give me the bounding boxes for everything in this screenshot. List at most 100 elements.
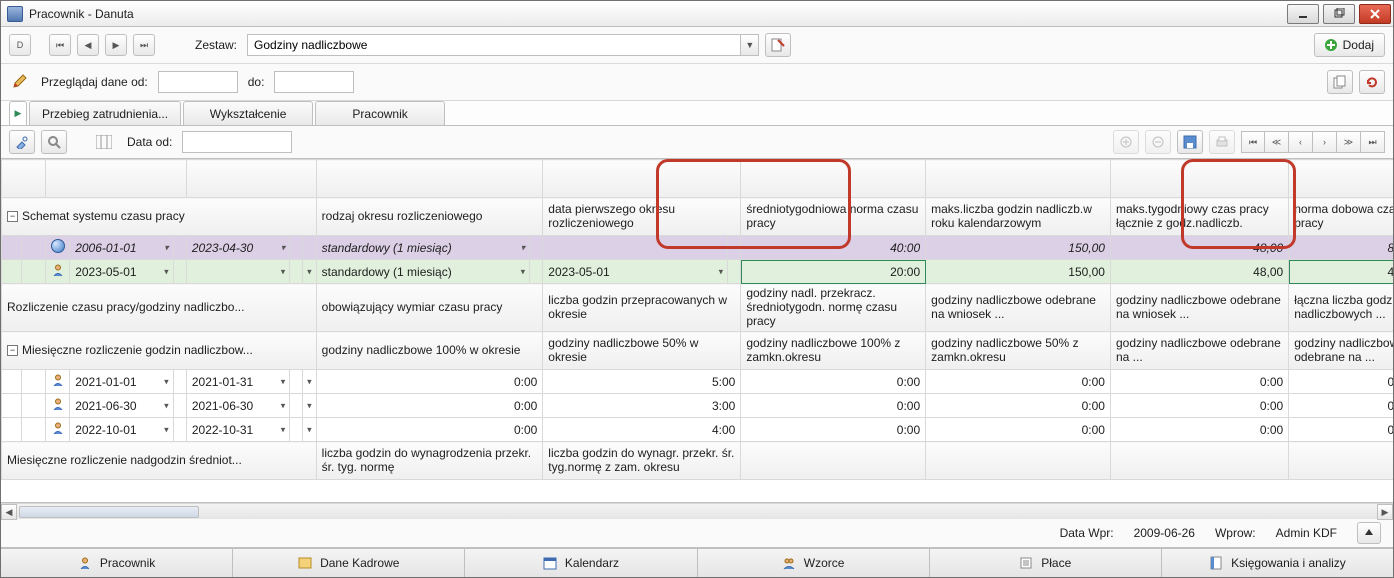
s4-col-header[interactable]: liczba godzin do wynagrodzenia przekr. ś… xyxy=(316,442,543,480)
page-back[interactable]: ‹ xyxy=(1289,131,1313,153)
section4-title: Miesięczne rozliczenie nadgodzin średnio… xyxy=(2,442,317,480)
window-minimize-button[interactable] xyxy=(1287,4,1319,24)
s3-col-header[interactable]: godziny nadliczbowe odebrane na ... xyxy=(1110,332,1288,370)
add-button[interactable]: Dodaj xyxy=(1314,33,1385,57)
section3-row[interactable]: 2021-01-01 2021-01-31 0:00 5:00 0:00 0:0… xyxy=(2,370,1394,394)
folder-icon xyxy=(298,556,312,570)
data-wpr-label: Data Wpr: xyxy=(1060,526,1114,540)
browse-from-input[interactable] xyxy=(158,71,238,93)
tabbar-expander[interactable]: ▶ xyxy=(9,101,27,125)
tab-1[interactable]: Wykształcenie xyxy=(183,101,313,125)
s1-col-header[interactable]: maks.liczba godzin nadliczb.w roku kalen… xyxy=(926,198,1111,236)
nav-prev-button[interactable]: ◀ xyxy=(77,34,99,56)
calendar-icon xyxy=(543,556,557,570)
s2-col-header[interactable]: łączna liczba godzin nadliczbowych ... xyxy=(1289,284,1393,332)
footer-tab-5[interactable]: Księgowania i analizy xyxy=(1162,549,1393,577)
grid-remove-button[interactable] xyxy=(1145,130,1171,154)
user-icon xyxy=(51,421,65,435)
scroll-left-arrow[interactable]: ◀ xyxy=(1,504,17,520)
refresh-record-button[interactable] xyxy=(1359,70,1385,94)
window-close-button[interactable] xyxy=(1359,4,1391,24)
section3-toggle[interactable]: − xyxy=(7,345,18,356)
zestaw-lookup-button[interactable] xyxy=(765,33,791,57)
footer-tab-0[interactable]: Pracownik xyxy=(1,549,233,577)
page-last[interactable]: ⏭ xyxy=(1361,131,1385,153)
s1-col-header[interactable]: data pierwszego okresu rozliczeniowego xyxy=(543,198,741,236)
footer-tab-1[interactable]: Dane Kadrowe xyxy=(233,549,465,577)
scroll-top-button[interactable] xyxy=(1357,522,1381,544)
s2-col-header[interactable]: godziny nadl. przekracz. średniotygodn. … xyxy=(741,284,926,332)
s1-col-header[interactable]: maks.tygodniowy czas pracy łącznie z god… xyxy=(1110,198,1288,236)
plus-icon xyxy=(1325,39,1337,51)
s1-col-header[interactable]: rodzaj okresu rozliczeniowego xyxy=(316,198,543,236)
s3-col-header[interactable]: godziny nadliczbowe 100% z zamkn.okresu xyxy=(741,332,926,370)
zestaw-value: Godziny nadliczbowe xyxy=(248,38,740,52)
section3-row[interactable]: 2021-06-30 2021-06-30 0:00 3:00 0:00 0:0… xyxy=(2,394,1394,418)
s2-col-header[interactable]: godziny nadliczbowe odebrane na wniosek … xyxy=(926,284,1111,332)
horizontal-scrollbar[interactable]: ◀ ▶ xyxy=(1,503,1393,519)
footer-tab-2[interactable]: Kalendarz xyxy=(465,549,697,577)
zestaw-combo[interactable]: Godziny nadliczbowe ▼ xyxy=(247,34,759,56)
wprow-label: Wprow: xyxy=(1215,526,1256,540)
zestaw-label: Zestaw: xyxy=(191,38,241,52)
globe-icon xyxy=(51,239,65,253)
copy-record-button[interactable] xyxy=(1327,70,1353,94)
footer-tab-4[interactable]: Płace xyxy=(930,549,1162,577)
grid-page-buttons: ⏮ ≪ ‹ › ≫ ⏭ xyxy=(1241,131,1385,153)
zestaw-combo-dropdown[interactable]: ▼ xyxy=(740,35,758,55)
add-button-label: Dodaj xyxy=(1343,38,1374,52)
data-grid: − Schemat systemu czasu pracy rodzaj okr… xyxy=(1,159,1393,480)
window-restore-button[interactable] xyxy=(1323,4,1355,24)
nav-first-button[interactable]: ⏮ xyxy=(49,34,71,56)
s2-col-header[interactable]: obowiązujący wymiar czasu pracy xyxy=(316,284,543,332)
scroll-right-arrow[interactable]: ▶ xyxy=(1377,504,1393,520)
user-icon xyxy=(51,397,65,411)
s4-col-header[interactable]: liczba godzin do wynagr. przekr. śr. tyg… xyxy=(543,442,741,480)
scroll-thumb[interactable] xyxy=(19,506,199,518)
s3-col-header[interactable]: godziny nadliczbowe 50% z zamkn.okresu xyxy=(926,332,1111,370)
cell-to: 2023-04-30 xyxy=(186,236,289,260)
footer-tab-3[interactable]: Wzorce xyxy=(698,549,930,577)
s3-col-header[interactable]: godziny nadliczbowe 50% w okresie xyxy=(543,332,741,370)
grid-columns-button[interactable] xyxy=(91,130,117,154)
page-fwd[interactable]: › xyxy=(1313,131,1337,153)
s3-col-header[interactable]: godziny nadliczbowe odebrane na ... xyxy=(1289,332,1393,370)
nav-next-button[interactable]: ▶ xyxy=(105,34,127,56)
grid-add-button[interactable] xyxy=(1113,130,1139,154)
payroll-icon xyxy=(1019,556,1033,570)
page-fastback[interactable]: ≪ xyxy=(1265,131,1289,153)
browse-to-label: do: xyxy=(244,75,269,89)
s1-col-header[interactable]: norma dobowa czasu pracy xyxy=(1289,198,1393,236)
section1-row-0[interactable]: 2006-01-01 2023-04-30 standardowy (1 mie… xyxy=(2,236,1394,260)
grid-scroll-area[interactable]: − Schemat systemu czasu pracy rodzaj okr… xyxy=(1,159,1393,503)
data-wpr-value: 2009-06-26 xyxy=(1134,526,1195,540)
section1-title: − Schemat systemu czasu pracy xyxy=(2,198,317,236)
section1-toggle[interactable]: − xyxy=(7,211,18,222)
tab-2[interactable]: Pracownik xyxy=(315,101,445,125)
s2-col-header[interactable]: godziny nadliczbowe odebrane na wniosek … xyxy=(1110,284,1288,332)
grid-print-button[interactable] xyxy=(1209,130,1235,154)
grid-tools-button[interactable] xyxy=(9,130,35,154)
section3-row[interactable]: 2022-10-01 2022-10-31 0:00 4:00 0:00 0:0… xyxy=(2,418,1394,442)
user-icon xyxy=(78,556,92,570)
cell-rodzaj: standardowy (1 miesiąc) xyxy=(316,236,529,260)
edit-icon[interactable] xyxy=(9,71,31,93)
cell-rodzaj: standardowy (1 miesiąc) xyxy=(316,260,529,284)
page-first[interactable]: ⏮ xyxy=(1241,131,1265,153)
tab-0[interactable]: Przebieg zatrudnienia... xyxy=(29,101,181,125)
s1-col-header[interactable]: średniotygodniowa norma czasu pracy xyxy=(741,198,926,236)
cell-to xyxy=(186,260,289,284)
nav-refresh-button[interactable]: D xyxy=(9,34,31,56)
section3-title: − Miesięczne rozliczenie godzin nadliczb… xyxy=(2,332,317,370)
grid-dataod-input[interactable] xyxy=(182,131,292,153)
s3-col-header[interactable]: godziny nadliczbowe 100% w okresie xyxy=(316,332,543,370)
section1-row-1[interactable]: 2023-05-01 standardowy (1 miesiąc) 2023-… xyxy=(2,260,1394,284)
nav-last-button[interactable]: ⏭ xyxy=(133,34,155,56)
page-fastfwd[interactable]: ≫ xyxy=(1337,131,1361,153)
record-meta-bar: Data Wpr: 2009-06-26 Wprow: Admin KDF xyxy=(1,519,1393,548)
grid-save-button[interactable] xyxy=(1177,130,1203,154)
s2-col-header[interactable]: liczba godzin przepracowanych w okresie xyxy=(543,284,741,332)
grid-search-button[interactable] xyxy=(41,130,67,154)
section2-title: Rozliczenie czasu pracy/godziny nadliczb… xyxy=(2,284,317,332)
browse-to-input[interactable] xyxy=(274,71,354,93)
